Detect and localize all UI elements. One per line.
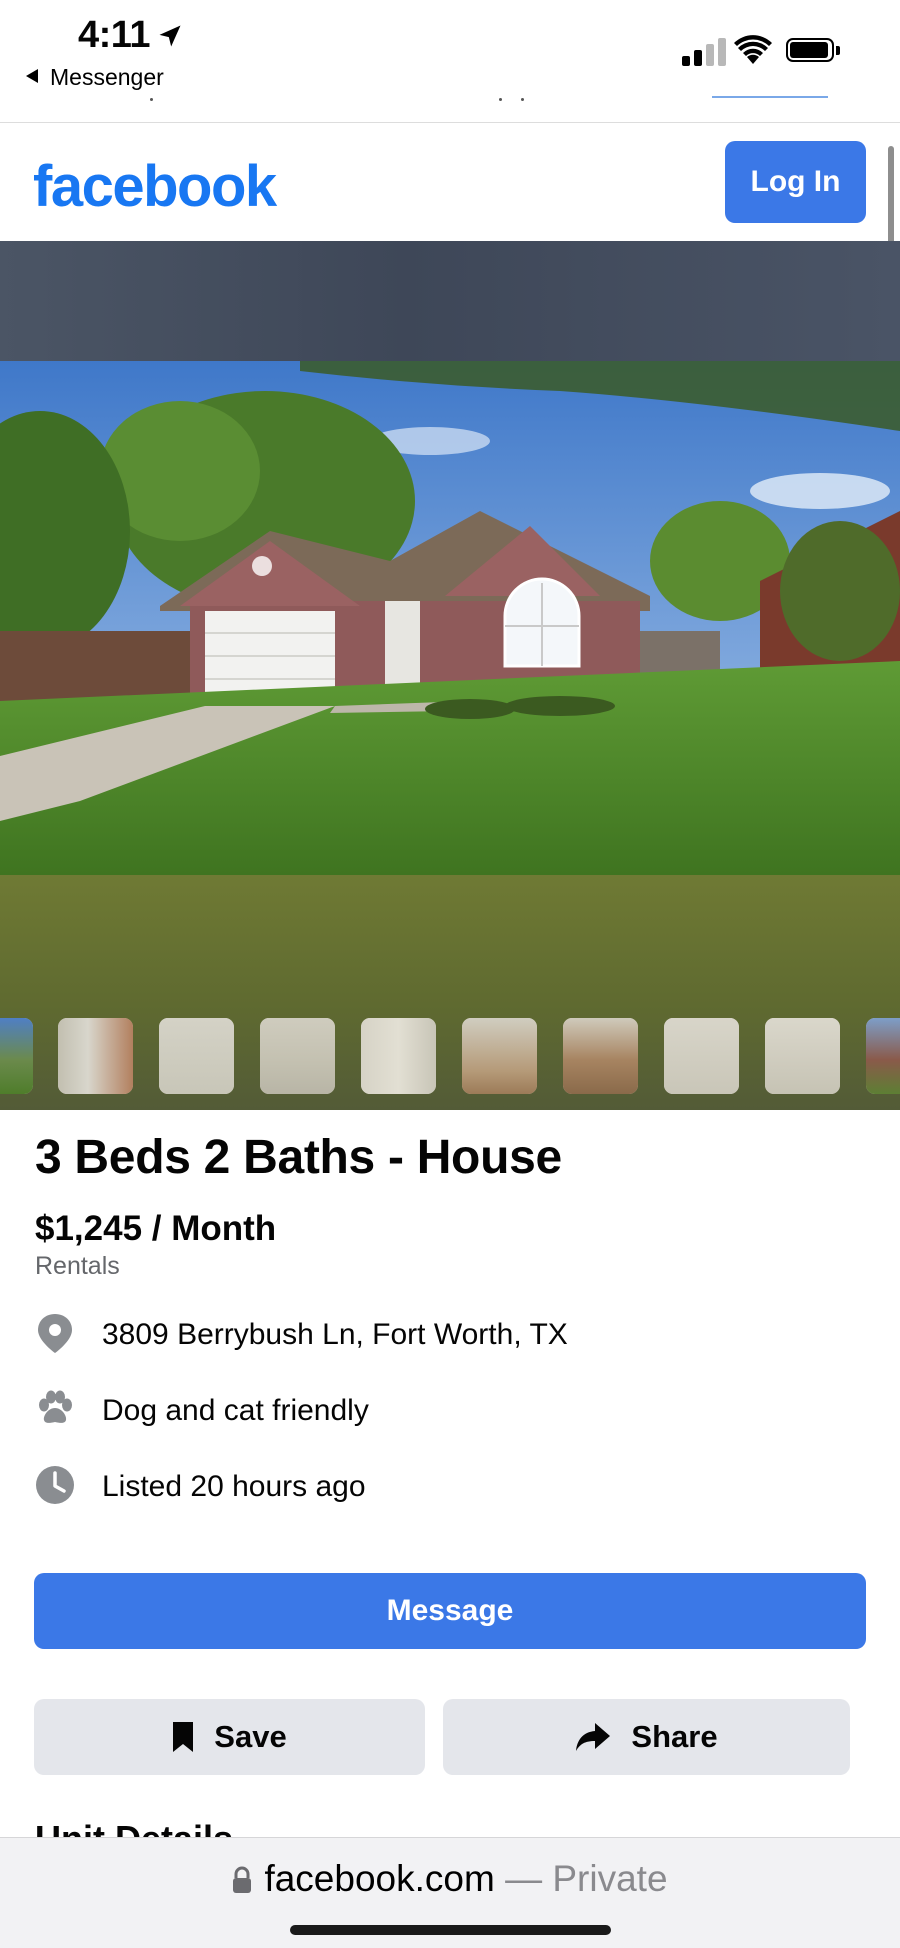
- wifi-icon: [734, 35, 772, 64]
- address-text: 3809 Berrybush Ln, Fort Worth, TX: [102, 1318, 568, 1351]
- listing-title: 3 Beds 2 Baths - House: [35, 1131, 562, 1184]
- url-domain: facebook.com: [264, 1858, 495, 1899]
- status-time: 4:11: [78, 14, 150, 56]
- photo-thumbnail[interactable]: [0, 1018, 33, 1094]
- facebook-header: facebook Log In: [0, 123, 900, 241]
- battery-icon: [786, 38, 842, 64]
- login-button[interactable]: Log In: [725, 141, 866, 223]
- clock-icon: [36, 1466, 74, 1504]
- photo-thumbnail[interactable]: [664, 1018, 739, 1094]
- photo-thumbnail[interactable]: [462, 1018, 537, 1094]
- address-row[interactable]: 3809 Berrybush Ln, Fort Worth, TX: [35, 1310, 865, 1358]
- back-to-app-link[interactable]: Messenger: [26, 64, 164, 91]
- listed-time-text: Listed 20 hours ago: [102, 1470, 366, 1503]
- save-button[interactable]: Save: [34, 1699, 425, 1775]
- tab-bar-remnant: [712, 96, 828, 98]
- share-label: Share: [631, 1719, 718, 1754]
- photo-thumbnail[interactable]: [159, 1018, 234, 1094]
- location-pin-icon: [38, 1314, 72, 1353]
- pets-row: Dog and cat friendly: [35, 1386, 865, 1434]
- save-label: Save: [214, 1719, 287, 1754]
- message-button[interactable]: Message: [34, 1573, 866, 1649]
- cellular-signal-icon: [682, 38, 726, 66]
- home-indicator[interactable]: [290, 1925, 611, 1935]
- photo-thumbnail-strip[interactable]: [0, 1018, 900, 1094]
- url-separator: —: [505, 1858, 543, 1899]
- remnant-dot: [150, 98, 153, 101]
- back-app-label: Messenger: [50, 64, 164, 90]
- photo-thumbnail[interactable]: [58, 1018, 133, 1094]
- photo-thumbnail[interactable]: [563, 1018, 638, 1094]
- status-bar: 4:11 Messenger: [0, 0, 900, 122]
- location-arrow-icon: [159, 25, 181, 47]
- share-arrow-icon: [576, 1723, 611, 1751]
- photo-blur-top: [0, 241, 900, 361]
- private-mode-label: Private: [552, 1858, 668, 1899]
- photo-thumbnail[interactable]: [361, 1018, 436, 1094]
- photo-thumbnail[interactable]: [765, 1018, 840, 1094]
- photo-thumbnail[interactable]: [260, 1018, 335, 1094]
- listed-time-row: Listed 20 hours ago: [35, 1462, 865, 1510]
- lock-icon: [233, 1866, 252, 1893]
- listing-price: $1,245 / Month: [35, 1209, 277, 1248]
- remnant-dot: [521, 98, 524, 101]
- listing-photo-gallery[interactable]: [0, 241, 900, 1110]
- share-button[interactable]: Share: [443, 1699, 850, 1775]
- remnant-dot: [499, 98, 502, 101]
- bookmark-icon: [173, 1722, 194, 1752]
- paw-icon: [39, 1390, 72, 1423]
- browser-address-bar[interactable]: facebook.com — Private: [0, 1837, 900, 1948]
- back-triangle-icon: [26, 69, 38, 83]
- pets-text: Dog and cat friendly: [102, 1394, 369, 1427]
- url-display[interactable]: facebook.com — Private: [0, 1858, 900, 1900]
- listing-category[interactable]: Rentals: [35, 1252, 120, 1281]
- facebook-logo[interactable]: facebook: [33, 153, 277, 220]
- photo-thumbnail[interactable]: [866, 1018, 900, 1094]
- listing-main-photo[interactable]: [0, 361, 900, 875]
